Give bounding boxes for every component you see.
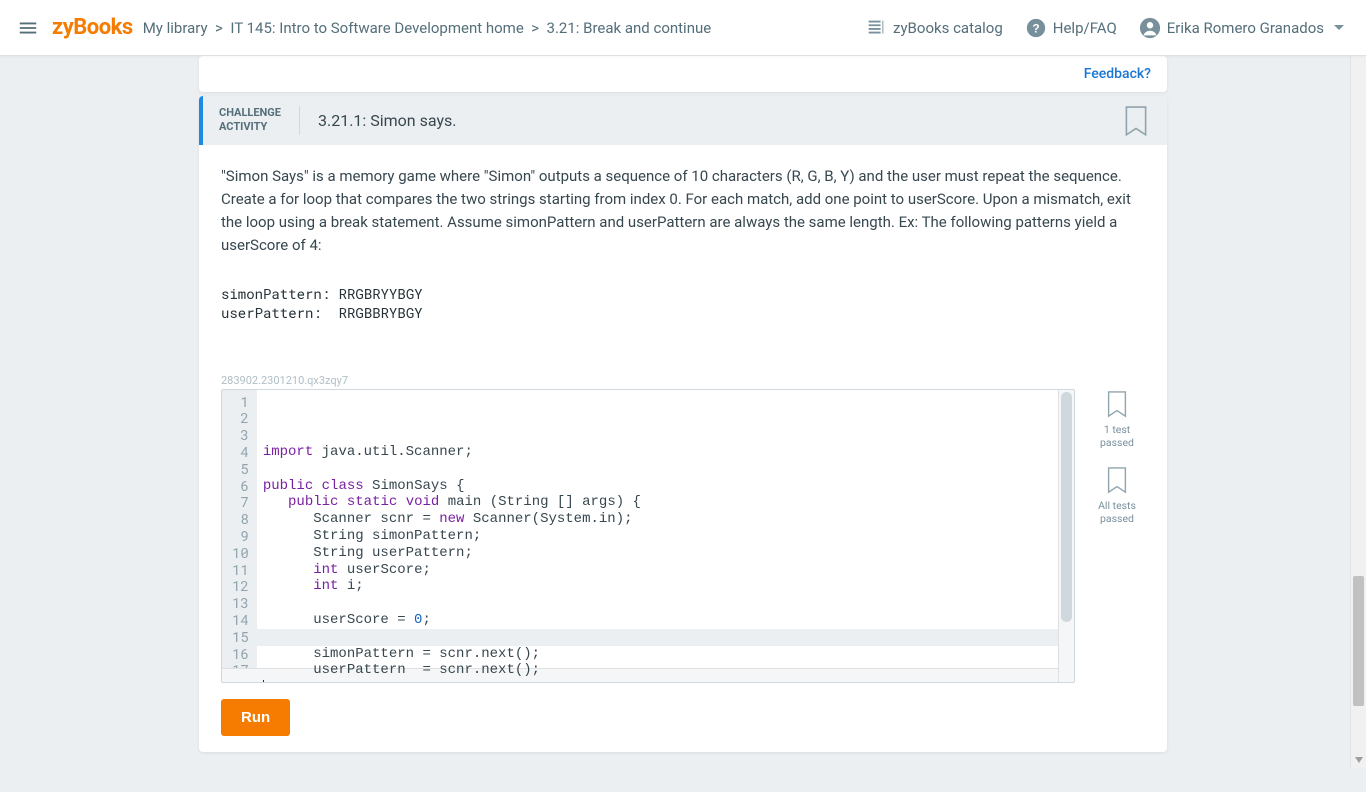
help-label: Help/FAQ <box>1053 19 1117 37</box>
feedback-link[interactable]: Feedback? <box>1084 66 1151 82</box>
help-icon: ? <box>1025 17 1047 39</box>
code-editor[interactable]: 1234567891011121314151617 import java.ut… <box>221 389 1075 683</box>
help-link[interactable]: ? Help/FAQ <box>1017 11 1125 45</box>
catalog-label: zyBooks catalog <box>893 19 1003 37</box>
previous-card-stub: Feedback? <box>199 56 1167 92</box>
breadcrumb: My library > IT 145: Intro to Software D… <box>139 19 857 37</box>
badge-one-test: 1 test passed <box>1089 391 1145 449</box>
hamburger-menu-button[interactable] <box>8 8 48 48</box>
scroll-down-arrow[interactable] <box>1351 752 1366 768</box>
logo[interactable]: zyBooks <box>52 15 133 40</box>
activity-type-label: CHALLENGE ACTIVITY <box>219 106 300 135</box>
example-block: simonPattern: RRGBRYYBGY userPattern: RR… <box>221 284 1145 322</box>
svg-text:?: ? <box>1032 21 1039 35</box>
user-menu[interactable]: Erika Romero Granados <box>1131 11 1352 45</box>
breadcrumb-item[interactable]: IT 145: Intro to Software Development ho… <box>230 19 523 37</box>
user-icon <box>1139 17 1161 39</box>
top-app-bar: zyBooks My library > IT 145: Intro to So… <box>0 0 1366 56</box>
chevron-down-icon <box>1334 25 1344 30</box>
user-name: Erika Romero Granados <box>1167 19 1324 37</box>
badge-all-tests: All tests passed <box>1089 467 1145 525</box>
breadcrumb-item[interactable]: 3.21: Break and continue <box>547 19 712 37</box>
activity-header: CHALLENGE ACTIVITY 3.21.1: Simon says. <box>199 96 1167 145</box>
bookmark-icon <box>1123 106 1149 138</box>
page-scroll-thumb[interactable] <box>1353 576 1364 706</box>
breadcrumb-item[interactable]: My library <box>143 19 208 37</box>
bookmark-icon <box>1105 391 1129 419</box>
catalog-link[interactable]: zyBooks catalog <box>857 11 1011 45</box>
session-id: 283902.2301210.qx3zqy7 <box>221 374 1145 387</box>
code-area[interactable]: import java.util.Scanner;public class Si… <box>257 390 1074 682</box>
challenge-card: CHALLENGE ACTIVITY 3.21.1: Simon says. "… <box>199 96 1167 752</box>
line-number-gutter: 1234567891011121314151617 <box>222 390 257 682</box>
test-badge-column: 1 test passed All tests passed <box>1089 389 1145 683</box>
page-vertical-scrollbar[interactable] <box>1350 0 1366 768</box>
run-button[interactable]: Run <box>221 699 290 736</box>
activity-title: 3.21.1: Simon says. <box>318 111 457 130</box>
hamburger-icon <box>17 17 39 39</box>
bookmark-button[interactable] <box>1123 106 1149 138</box>
catalog-icon <box>865 17 887 39</box>
problem-description: "Simon Says" is a memory game where "Sim… <box>221 165 1145 258</box>
bookmark-icon <box>1105 467 1129 495</box>
